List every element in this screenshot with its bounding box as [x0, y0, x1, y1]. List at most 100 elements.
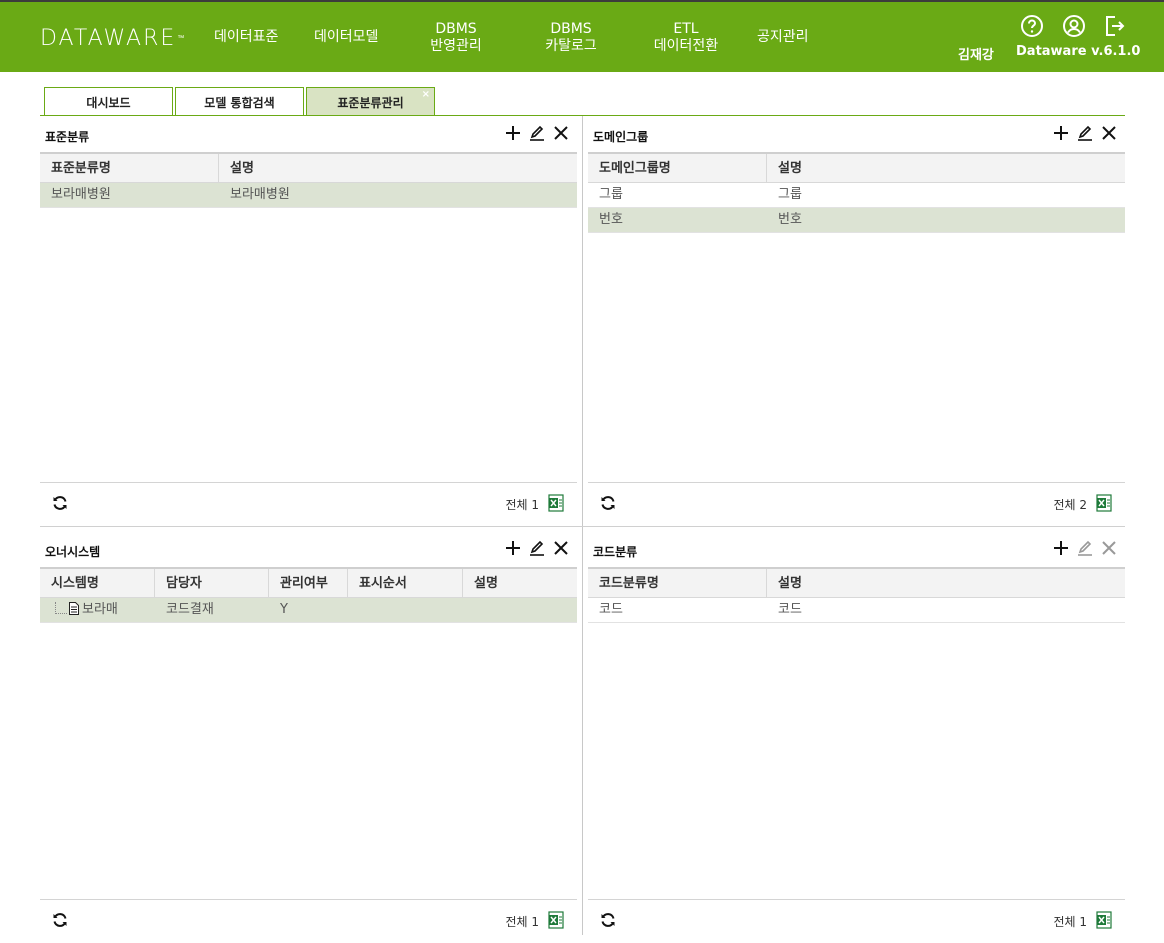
- user-name: 김재강: [958, 48, 994, 63]
- refresh-icon[interactable]: [52, 495, 68, 511]
- panel-actions: [1053, 540, 1117, 556]
- table-cell: 코드: [599, 602, 623, 617]
- total-count: 전체 2: [1053, 498, 1087, 512]
- edit-icon[interactable]: [529, 540, 545, 556]
- excel-icon[interactable]: [1096, 911, 1112, 929]
- refresh-icon[interactable]: [52, 912, 68, 928]
- logo-trademark: ™: [177, 34, 187, 42]
- logo-text: DATAWARE: [40, 25, 177, 51]
- delete-icon[interactable]: [1101, 540, 1117, 556]
- column-header[interactable]: 담당자: [155, 569, 269, 597]
- column-header[interactable]: 도메인그룹명: [588, 154, 767, 182]
- excel-icon[interactable]: [548, 911, 564, 929]
- panel-title: 도메인그룹: [593, 130, 649, 144]
- code-category-panel: 코드분류 코드분류명 설명 코드 코드 전체 1: [588, 531, 1125, 943]
- tab-label: 표준분류관리: [337, 95, 404, 110]
- table-cell: [348, 598, 463, 622]
- menu-label: DBMS: [435, 21, 477, 37]
- total-count: 전체 1: [1053, 915, 1087, 929]
- edit-icon[interactable]: [1077, 125, 1093, 141]
- table-cell: 코드결재: [166, 602, 214, 617]
- menu-dbms-apply[interactable]: DBMS 반영관리: [425, 21, 487, 55]
- panel-footer: 전체 1: [40, 899, 577, 943]
- table-row[interactable]: 번호 번호: [588, 208, 1125, 233]
- std-category-panel: 표준분류 표준분류명 설명 보라매병원 보라매병원 전체 1: [40, 116, 577, 526]
- table-cell: 코드: [778, 602, 802, 617]
- delete-icon[interactable]: [553, 125, 569, 141]
- table-row[interactable]: 보라매 코드결재 Y: [40, 598, 577, 623]
- column-header[interactable]: 표시순서: [348, 569, 463, 597]
- tab-model-search[interactable]: 모델 통합검색: [175, 87, 304, 116]
- table-row[interactable]: 그룹 그룹: [588, 183, 1125, 208]
- column-header[interactable]: 설명: [767, 569, 1125, 597]
- excel-icon[interactable]: [548, 494, 564, 512]
- menu-label: DBMS: [550, 21, 592, 37]
- panel-footer: 전체 2: [588, 482, 1125, 526]
- user-icon[interactable]: [1062, 14, 1086, 38]
- table-cell: Y: [280, 602, 288, 617]
- panel-title: 표준분류: [45, 130, 90, 144]
- edit-icon[interactable]: [1077, 540, 1093, 556]
- excel-icon[interactable]: [1096, 494, 1112, 512]
- add-icon[interactable]: [1053, 125, 1069, 141]
- refresh-icon[interactable]: [600, 495, 616, 511]
- app-version: Dataware v.6.1.0: [1016, 44, 1141, 59]
- domain-group-grid: 도메인그룹명 설명 그룹 그룹 번호 번호: [588, 152, 1125, 233]
- column-header[interactable]: 관리여부: [269, 569, 348, 597]
- menu-label-sub: 카탈로그: [545, 38, 597, 54]
- table-row[interactable]: 보라매병원 보라매병원: [40, 183, 577, 208]
- top-header: DATAWARE ™ 데이터표준 데이터모델 DBMS 반영관리 DBMS 카탈로…: [0, 0, 1164, 72]
- delete-icon[interactable]: [553, 540, 569, 556]
- panel-title: 코드분류: [593, 545, 638, 559]
- logout-icon[interactable]: [1103, 14, 1127, 38]
- refresh-icon[interactable]: [600, 912, 616, 928]
- menu-label-sub: 반영관리: [430, 38, 482, 54]
- grid-header: 코드분류명 설명: [588, 567, 1125, 598]
- table-cell: 보라매: [82, 602, 118, 617]
- code-category-grid: 코드분류명 설명 코드 코드: [588, 567, 1125, 623]
- panel-footer: 전체 1: [588, 899, 1125, 943]
- tab-dashboard[interactable]: 대시보드: [44, 87, 173, 116]
- table-cell: 보라매병원: [230, 187, 290, 202]
- add-icon[interactable]: [1053, 540, 1069, 556]
- add-icon[interactable]: [505, 540, 521, 556]
- owner-system-grid: 시스템명 담당자 관리여부 표시순서 설명 보라매 코드결재 Y: [40, 567, 577, 623]
- close-icon[interactable]: ×: [422, 90, 430, 100]
- document-icon: [69, 600, 79, 615]
- column-header[interactable]: 설명: [463, 569, 577, 597]
- menu-label: 데이터모델: [314, 29, 379, 45]
- menu-label: ETL: [673, 21, 699, 37]
- table-row[interactable]: 코드 코드: [588, 598, 1125, 623]
- column-header[interactable]: 설명: [219, 154, 577, 182]
- table-cell: 번호: [778, 212, 802, 227]
- menu-notice[interactable]: 공지관리: [757, 29, 809, 46]
- edit-icon[interactable]: [529, 125, 545, 141]
- help-icon[interactable]: [1020, 14, 1044, 38]
- column-header[interactable]: 코드분류명: [588, 569, 767, 597]
- tab-bar: 대시보드 모델 통합검색 표준분류관리 ×: [44, 87, 437, 116]
- menu-data-standard[interactable]: 데이터표준: [214, 29, 278, 46]
- table-cell: 번호: [599, 212, 623, 227]
- table-cell: 그룹: [599, 187, 623, 202]
- panel-actions: [1053, 125, 1117, 141]
- menu-dbms-catalog[interactable]: DBMS 카탈로그: [540, 21, 602, 55]
- menu-label: 공지관리: [757, 29, 809, 45]
- tab-std-category[interactable]: 표준분류관리 ×: [306, 87, 435, 116]
- panel-actions: [505, 540, 569, 556]
- column-header[interactable]: 설명: [767, 154, 1125, 182]
- dataware-logo[interactable]: DATAWARE ™: [40, 25, 187, 51]
- menu-data-model[interactable]: 데이터모델: [314, 29, 378, 46]
- total-count: 전체 1: [505, 498, 539, 512]
- owner-system-panel: 오너시스템 시스템명 담당자 관리여부 표시순서 설명 보라매 코드결재 Y 전…: [40, 531, 577, 943]
- column-header[interactable]: 시스템명: [40, 569, 155, 597]
- grid-header: 시스템명 담당자 관리여부 표시순서 설명: [40, 567, 577, 598]
- menu-etl[interactable]: ETL 데이터전환: [648, 21, 724, 55]
- delete-icon[interactable]: [1101, 125, 1117, 141]
- panel-title: 오너시스템: [45, 545, 101, 559]
- column-header[interactable]: 표준분류명: [40, 154, 219, 182]
- menu-label: 데이터표준: [214, 29, 279, 45]
- panel-footer: 전체 1: [40, 482, 577, 526]
- add-icon[interactable]: [505, 125, 521, 141]
- grid-header: 표준분류명 설명: [40, 152, 577, 183]
- menu-label-sub: 데이터전환: [653, 38, 719, 54]
